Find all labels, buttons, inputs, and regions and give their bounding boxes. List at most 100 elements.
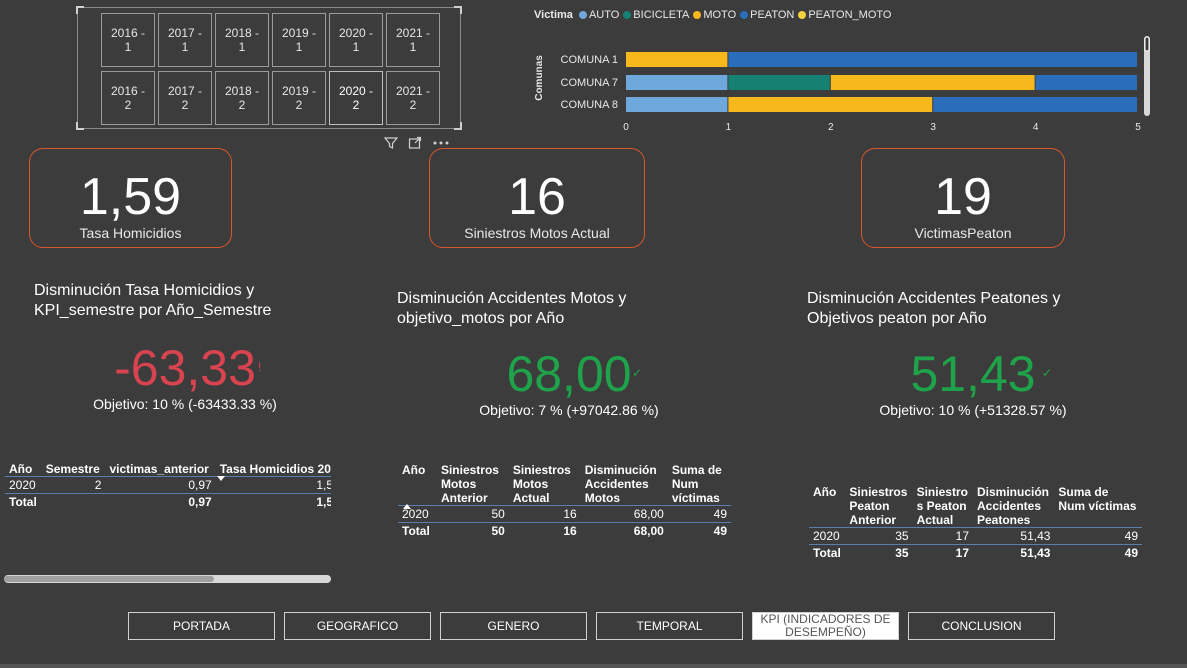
resize-handle[interactable]: [454, 122, 462, 130]
column-header[interactable]: Siniestros Motos Actual: [509, 463, 581, 506]
bar-segment[interactable]: [728, 52, 1137, 67]
column-header[interactable]: Siniestros Peaton Anterior: [845, 485, 912, 528]
cell: 50: [436, 522, 509, 539]
table-homicidios: Año Semestre victimas_anterior Tasa Homi…: [5, 462, 331, 510]
table-motos: Año Siniestros Motos Anterior Siniestros…: [398, 463, 733, 539]
resize-handle[interactable]: [454, 6, 462, 14]
legend-item[interactable]: PEATON_MOTO: [798, 9, 891, 21]
column-header[interactable]: victimas_anterior: [105, 462, 215, 477]
year-semester-slicer: 2016 - 1 2017 - 1 2018 - 1 2019 - 1 2020 - 1…: [101, 13, 440, 125]
bar-segment[interactable]: [728, 75, 830, 90]
category-label: COMUNA 7: [561, 77, 618, 89]
slicer-tile[interactable]: 2016 - 1: [101, 13, 155, 67]
legend-title: Victima: [534, 9, 573, 21]
nav-kpi-button[interactable]: KPI (INDICADORES DE DESEMPEÑO): [752, 612, 899, 640]
kpi-goal: Objetivo: 10 % (+51328.57 %): [879, 402, 1067, 418]
focus-mode-icon[interactable]: [408, 136, 422, 153]
bar-segment[interactable]: [1035, 75, 1137, 90]
column-header[interactable]: Siniestros Motos Anterior: [437, 463, 509, 506]
kpi-peatones: Disminución Accidentes Peatones y Objeti…: [807, 289, 1147, 329]
cell: 2: [41, 476, 106, 494]
check-indicator-icon: ✓: [1042, 366, 1053, 380]
bar-segment[interactable]: [626, 75, 728, 90]
card-label: Tasa Homicidios: [79, 225, 182, 241]
nav-temporal-button[interactable]: TEMPORAL: [596, 612, 743, 640]
slicer-tile[interactable]: 2021 - 2: [386, 71, 440, 125]
cell: 68,00: [580, 505, 668, 523]
table-row: 2020 50 16 68,00 49: [398, 505, 731, 523]
kpi-title: Disminución Accidentes Peatones y Objeti…: [807, 289, 1147, 329]
column-header[interactable]: Semestre: [42, 462, 106, 477]
slicer-tile[interactable]: 2019 - 2: [272, 71, 326, 125]
nav-conclusion-button[interactable]: CONCLUSION: [908, 612, 1055, 640]
slicer-tile[interactable]: 2019 - 1: [272, 13, 326, 67]
resize-handle[interactable]: [76, 6, 84, 14]
legend-item[interactable]: MOTO: [693, 9, 736, 21]
kpi-value: 68,00: [506, 346, 632, 402]
card-label: Siniestros Motos Actual: [464, 225, 610, 241]
table-peatones: Año Siniestros Peaton Anterior Siniestro…: [809, 485, 1144, 561]
kpi-title-line: Objetivos peaton por Año: [807, 310, 987, 327]
x-tick-label: 0: [623, 122, 629, 133]
slicer-tile[interactable]: 2018 - 1: [215, 13, 269, 67]
card-tasa-homicidios: 1,59 Tasa Homicidios: [29, 148, 232, 248]
bar-segment[interactable]: [728, 97, 933, 112]
slicer-tile[interactable]: 2016 - 2: [101, 71, 155, 125]
column-header[interactable]: Suma de Num víctimas: [668, 463, 731, 506]
card-value: 1,59: [79, 168, 182, 226]
kpi-peatones-value-block: 51,43 ✓ Objetivo: 10 % (+51328.57 %): [818, 346, 1128, 418]
column-header[interactable]: Siniestro s Peaton Actual: [913, 485, 973, 528]
cell: 49: [667, 522, 731, 539]
x-tick-label: 5: [1135, 122, 1141, 133]
resize-handle[interactable]: [76, 122, 84, 130]
sort-descending-icon[interactable]: [216, 476, 226, 482]
cell: 1,5: [215, 476, 331, 494]
legend-item[interactable]: PEATON: [740, 9, 794, 21]
cell: 0,97: [105, 476, 216, 494]
slicer-tile[interactable]: 2021 - 1: [386, 13, 440, 67]
bar-segment[interactable]: [626, 52, 728, 67]
warning-indicator-icon: !: [258, 360, 262, 374]
nav-genero-button[interactable]: GENERO: [440, 612, 587, 640]
chart-legend: Victima AUTO BICICLETA MOTO PEATON PEATON_MO…: [534, 9, 895, 21]
slicer-tile[interactable]: 2020 - 2: [329, 71, 383, 125]
table-row: 2020 2 0,97 1,5: [5, 476, 331, 494]
filter-icon[interactable]: [383, 136, 399, 153]
nav-portada-button[interactable]: PORTADA: [128, 612, 275, 640]
x-tick-label: 1: [726, 122, 732, 133]
card-siniestros-motos: 16 Siniestros Motos Actual: [429, 148, 645, 248]
cell: 49: [667, 505, 731, 523]
column-header[interactable]: Disminución Accidentes Peatones: [973, 485, 1054, 528]
bar-segment[interactable]: [933, 97, 1137, 112]
table-total-row: Total 50 16 68,00 49: [398, 522, 731, 539]
kpi-title-line: Disminución Tasa Homicidios y: [34, 282, 255, 299]
slicer-tile[interactable]: 2020 - 1: [329, 13, 383, 67]
cell: Total: [809, 544, 846, 561]
cell: Total: [398, 522, 437, 539]
bar-segment[interactable]: [830, 75, 1035, 90]
slicer-tile[interactable]: 2017 - 2: [158, 71, 212, 125]
check-indicator-icon: ✓: [632, 366, 643, 380]
legend-item[interactable]: BICICLETA: [623, 9, 689, 21]
legend-item[interactable]: AUTO: [578, 9, 619, 21]
scrollbar-thumb[interactable]: [4, 576, 214, 582]
column-header[interactable]: Suma de Num víctimas: [1054, 485, 1142, 528]
cell: 0,97: [105, 493, 216, 510]
column-header[interactable]: Año: [809, 485, 845, 528]
cell: 16: [508, 505, 581, 523]
bar-segment[interactable]: [626, 97, 728, 112]
slicer-tile[interactable]: 2018 - 2: [215, 71, 269, 125]
column-header[interactable]: Tasa Homicidios 202: [216, 462, 331, 477]
nav-geografico-button[interactable]: GEOGRAFICO: [284, 612, 431, 640]
column-header[interactable]: Año: [398, 463, 437, 506]
table-row: 2020 35 17 51,43 49: [809, 527, 1142, 545]
sort-ascending-icon[interactable]: [402, 503, 412, 509]
chart-scrollbar-thumb[interactable]: [1144, 36, 1150, 52]
column-header[interactable]: Año: [5, 462, 42, 477]
column-header[interactable]: Disminución Accidentes Motos: [581, 463, 668, 506]
x-tick-label: 4: [1033, 122, 1039, 133]
cell: 49: [1054, 527, 1142, 545]
kpi-motos: Disminución Accidentes Motos y objetivo_…: [397, 289, 717, 329]
slicer-tile[interactable]: 2017 - 1: [158, 13, 212, 67]
card-value: 19: [934, 168, 992, 226]
